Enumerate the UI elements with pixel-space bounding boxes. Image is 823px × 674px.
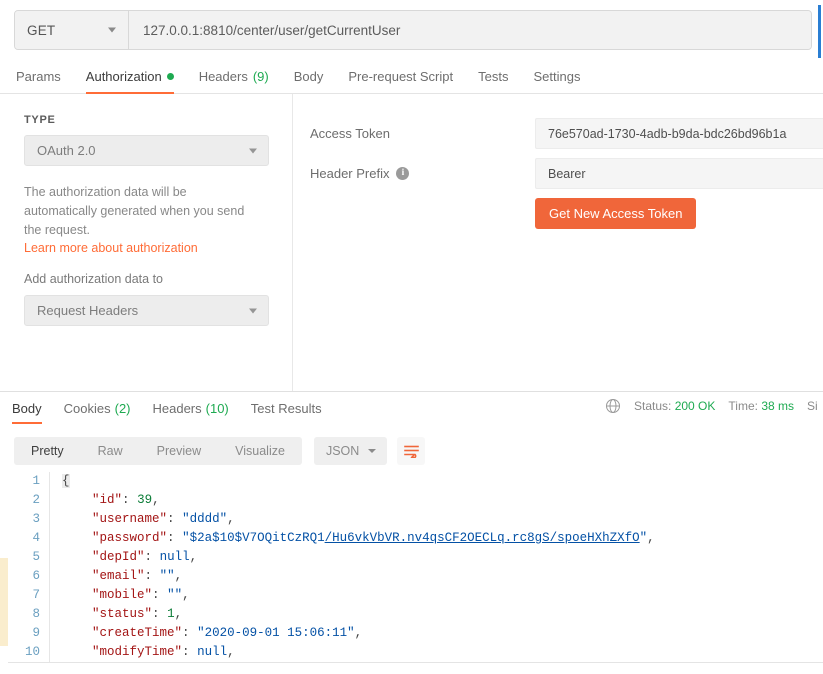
add-auth-data-select[interactable]: Request Headers (24, 295, 269, 326)
response-tab-cookies[interactable]: Cookies (2) (64, 392, 131, 424)
response-tab-test-results-label: Test Results (250, 400, 322, 416)
response-viewer-toolbar: Pretty Raw Preview Visualize JSON (0, 432, 823, 470)
line-number: 4 (32, 531, 40, 545)
header-prefix-value: Bearer (548, 166, 586, 181)
tab-pre-request-script-label: Pre-request Script (348, 69, 454, 84)
time-value: 38 ms (761, 399, 794, 413)
tab-headers-count: (9) (252, 69, 269, 84)
line-number-gutter: 1 2 3 4 5 6 7 8 9 10 (8, 472, 50, 662)
get-new-access-token-button[interactable]: Get New Access Token (535, 198, 697, 229)
auth-type-value: OAuth 2.0 (37, 143, 96, 158)
request-tab-bar: Params Authorization Headers (9) Body Pr… (0, 60, 823, 94)
chevron-down-icon (249, 308, 257, 313)
status-value: 200 OK (674, 399, 716, 413)
access-token-label-text: Access Token (310, 126, 390, 141)
viewer-bottom-rule (8, 662, 823, 663)
status-group: Status: 200 OK (634, 399, 715, 413)
globe-icon[interactable] (605, 398, 621, 414)
url-value: 127.0.0.1:8810/center/user/getCurrentUse… (143, 22, 401, 38)
learn-more-link[interactable]: Learn more about authorization (24, 241, 268, 255)
tab-tests[interactable]: Tests (478, 60, 508, 93)
json-code-content: { "id": 39, "username": "dddd", "passwor… (62, 474, 655, 659)
authorization-panel: TYPE OAuth 2.0 The authorization data wi… (0, 94, 823, 391)
response-format-value: JSON (325, 444, 360, 458)
tab-params[interactable]: Params (16, 60, 61, 93)
header-prefix-label-text: Header Prefix (310, 166, 390, 181)
line-number: 6 (32, 569, 40, 583)
response-tab-body[interactable]: Body (12, 392, 42, 424)
line-number: 10 (24, 645, 40, 659)
auth-active-dot-icon (166, 73, 174, 80)
status-label: Status: (634, 399, 672, 413)
response-tab-cookies-count: (2) (114, 400, 131, 416)
time-label: Time: (728, 399, 758, 413)
chevron-down-icon (368, 449, 377, 453)
line-number: 8 (32, 607, 40, 621)
chevron-down-icon (249, 148, 257, 153)
line-number: 5 (32, 550, 40, 564)
tab-headers[interactable]: Headers (9) (199, 60, 269, 93)
http-method-label: GET (27, 22, 56, 38)
header-prefix-input[interactable]: Bearer (535, 158, 823, 189)
line-number: 7 (32, 588, 40, 602)
line-number: 1 (32, 474, 40, 488)
response-tab-test-results[interactable]: Test Results (251, 392, 322, 424)
request-url-bar: GET 127.0.0.1:8810/center/user/getCurren… (14, 10, 812, 50)
response-tab-headers[interactable]: Headers (10) (153, 392, 229, 424)
size-label-truncated: Si (807, 399, 818, 413)
add-auth-data-label: Add authorization data to (24, 272, 163, 286)
response-tab-cookies-label: Cookies (63, 400, 111, 416)
response-tab-headers-label: Headers (152, 400, 202, 416)
view-mode-preview[interactable]: Preview (140, 437, 218, 465)
view-mode-visualize[interactable]: Visualize (218, 437, 302, 465)
response-tab-body-label: Body (12, 400, 42, 416)
tab-body[interactable]: Body (294, 60, 324, 93)
line-number: 2 (32, 493, 40, 507)
response-format-select[interactable]: JSON (313, 437, 388, 465)
tab-settings-label: Settings (533, 69, 581, 84)
postman-request-window: GET 127.0.0.1:8810/center/user/getCurren… (0, 0, 823, 674)
left-edge-accent-bar (0, 558, 8, 646)
auth-type-select[interactable]: OAuth 2.0 (24, 135, 269, 166)
line-number: 3 (32, 512, 40, 526)
auth-description: The authorization data will be automatic… (24, 185, 245, 237)
auth-type-heading: TYPE (24, 114, 56, 126)
auth-type-column: TYPE OAuth 2.0 The authorization data wi… (0, 94, 293, 391)
chevron-down-icon (108, 27, 116, 33)
add-auth-data-value: Request Headers (37, 303, 139, 318)
get-token-button-row: Get New Access Token (310, 198, 823, 229)
response-tab-headers-count: (10) (205, 400, 229, 416)
view-mode-raw[interactable]: Raw (81, 437, 140, 465)
line-number: 9 (32, 626, 40, 640)
time-group: Time: 38 ms (728, 399, 794, 413)
tab-authorization[interactable]: Authorization (85, 60, 174, 94)
view-mode-group: Pretty Raw Preview Visualize (14, 437, 302, 465)
auth-fields-column: Access Token 76e570ad-1730-4adb-b9da-bdc… (293, 94, 823, 391)
http-method-dropdown[interactable]: GET (15, 11, 129, 49)
access-token-row: Access Token 76e570ad-1730-4adb-b9da-bdc… (310, 118, 823, 149)
access-token-label: Access Token (310, 126, 535, 141)
tab-authorization-label: Authorization (85, 69, 162, 84)
header-prefix-row: Header Prefix i Bearer (310, 158, 823, 189)
header-prefix-label: Header Prefix i (310, 166, 535, 181)
tab-settings[interactable]: Settings (533, 60, 580, 93)
response-body-viewer[interactable]: 1 2 3 4 5 6 7 8 9 10 { "id": 39, "userna… (8, 472, 823, 662)
url-input[interactable]: 127.0.0.1:8810/center/user/getCurrentUse… (129, 11, 811, 49)
tab-body-label: Body (293, 69, 324, 84)
view-mode-pretty[interactable]: Pretty (14, 437, 81, 465)
info-icon[interactable]: i (396, 167, 410, 180)
access-token-value: 76e570ad-1730-4adb-b9da-bdc26bd96b1a (548, 126, 787, 141)
right-edge-accent-bar (818, 5, 821, 58)
wrap-text-icon[interactable] (397, 437, 426, 465)
tab-pre-request-script[interactable]: Pre-request Script (348, 60, 453, 93)
access-token-input[interactable]: 76e570ad-1730-4adb-b9da-bdc26bd96b1a (535, 118, 823, 149)
tab-params-label: Params (16, 69, 61, 84)
tab-tests-label: Tests (478, 69, 509, 84)
tab-headers-label: Headers (198, 69, 248, 84)
response-meta-bar: Status: 200 OK Time: 38 ms Si (605, 398, 823, 414)
